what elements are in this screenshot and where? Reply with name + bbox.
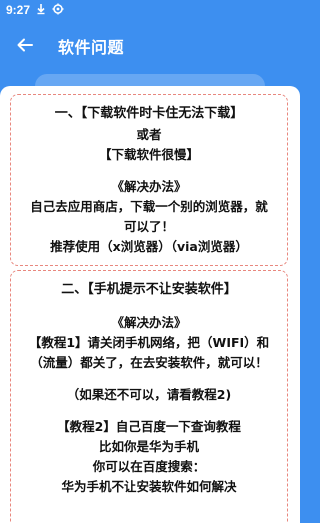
solution-label: 《解决办法》 — [111, 179, 187, 194]
settings-gear-icon — [52, 3, 64, 15]
card-subtitle: 【下载软件很慢】 — [98, 147, 199, 162]
solution-label: 《解决办法》 — [111, 315, 187, 330]
card-text-or: 或者 — [136, 127, 162, 142]
issue-card-install: 二、【手机提示不让安装软件】 《解决办法》 【教程1】请关闭手机网络，把（WIF… — [10, 270, 288, 523]
solution-text-line-2: 可以了！ — [123, 219, 174, 234]
tutorial-2-line-2: 比如你是华为手机 — [98, 439, 199, 454]
card-title: 二、【手机提示不让安装软件】 — [61, 282, 237, 297]
status-time: 9:27 — [6, 3, 31, 17]
recommend-text: 推荐使用（x浏览器）（via浏览器） — [50, 239, 248, 254]
tutorial-1-line-2: （流量）都关了，在去安装软件，就可以！ — [30, 355, 268, 370]
download-icon — [37, 4, 45, 15]
solution-text-line-1: 自己去应用商店，下载一个别的浏览器，就 — [30, 199, 268, 214]
tutorial-2-line-3: 你可以在百度搜索： — [92, 459, 206, 474]
card-title: 一、【下载软件时卡住无法下载】 — [54, 106, 244, 121]
content-area: 一、【下载软件时卡住无法下载】 或者 【下载软件很慢】 《解决办法》 自己去应用… — [0, 86, 300, 523]
tutorial-1-line-1: 【教程1】请关闭手机网络，把（WIFI）和 — [28, 335, 270, 350]
tutorial-2-line-4: 华为手机不让安装软件如何解决 — [61, 479, 237, 494]
page-title: 软件问题 — [58, 38, 125, 57]
back-button[interactable] — [10, 30, 40, 60]
status-bar: 9:27 — [0, 0, 300, 22]
app-bar: 软件问题 — [0, 22, 300, 68]
fallback-text: （如果还不可以，请看教程2) — [66, 387, 232, 402]
tutorial-2-line-1: 【教程2】自己百度一下查询教程 — [57, 419, 241, 434]
issue-card-download: 一、【下载软件时卡住无法下载】 或者 【下载软件很慢】 《解决办法》 自己去应用… — [10, 94, 288, 266]
back-arrow-icon — [17, 38, 33, 52]
